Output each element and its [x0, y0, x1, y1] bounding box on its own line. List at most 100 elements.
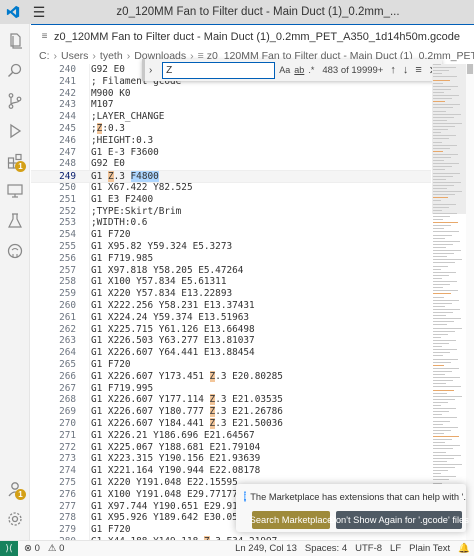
- code-line[interactable]: 249 G1 Z.3 F4800: [31, 170, 431, 183]
- minimap-line: [433, 141, 442, 143]
- search-icon[interactable]: [0, 56, 30, 86]
- testing-icon[interactable]: [0, 206, 30, 236]
- code-line[interactable]: 266 G1 X226.607 Y173.451 Z.3 E20.80285: [31, 370, 431, 384]
- code-line[interactable]: 262 G1 X225.715 Y61.126 E13.66498: [31, 324, 431, 337]
- code-line[interactable]: 267 G1 F719.995: [31, 383, 431, 396]
- explorer-icon[interactable]: [0, 26, 30, 56]
- code-text: G1 X95.926 Y189.642 E30.05: [91, 512, 238, 524]
- code-text: ;: [91, 123, 97, 134]
- minimap-line: [433, 237, 445, 239]
- source-control-icon[interactable]: [0, 86, 30, 116]
- encoding[interactable]: UTF-8: [355, 543, 382, 554]
- file-lines-icon: ≡: [41, 31, 48, 42]
- settings-gear-icon[interactable]: [0, 504, 30, 534]
- match-case-toggle[interactable]: Aa: [279, 65, 290, 75]
- search-marketplace-button[interactable]: Search Marketplace: [250, 511, 332, 529]
- line-number: 263: [59, 335, 76, 347]
- line-content: G1 F720: [91, 359, 131, 372]
- minimap-line: [433, 296, 444, 298]
- code-line[interactable]: 270 G1 X226.607 Y184.441 Z.3 E21.50036: [31, 418, 431, 431]
- code-line[interactable]: 254 G1 F720: [31, 229, 431, 242]
- end-of-line[interactable]: LF: [390, 543, 401, 554]
- minimap-line: [433, 333, 448, 335]
- line-content: G1 X67.422 Y82.525: [91, 182, 193, 195]
- cursor-position[interactable]: Ln 249, Col 13: [235, 543, 297, 554]
- code-line[interactable]: 257 G1 X97.818 Y58.205 E5.47264: [31, 265, 431, 278]
- minimap-line: [433, 169, 445, 171]
- remote-indicator-icon[interactable]: ⟩⟨: [0, 540, 18, 556]
- hamburger-menu-icon[interactable]: ☰: [26, 0, 52, 24]
- minimap-line: [433, 274, 449, 276]
- code-line[interactable]: 260 G1 X222.256 Y58.231 E13.37431: [31, 300, 431, 313]
- code-line[interactable]: 245 ;Z:0.3: [31, 123, 431, 136]
- minimap-line: [433, 380, 453, 382]
- breadcrumb-users[interactable]: Users: [61, 50, 88, 62]
- code-line[interactable]: 272 G1 X225.067 Y188.681 E21.79104: [31, 442, 431, 455]
- code-line[interactable]: 265 G1 F720: [31, 359, 431, 372]
- indentation[interactable]: Spaces: 4: [305, 543, 347, 554]
- minimap-line: [433, 349, 457, 351]
- minimap-line: [433, 73, 442, 75]
- toggle-replace-chevron-icon[interactable]: ›: [149, 65, 162, 76]
- code-line[interactable]: 263 G1 X226.503 Y63.277 E13.81037: [31, 335, 431, 348]
- code-line[interactable]: 250 G1 X67.422 Y82.525: [31, 182, 431, 195]
- minimap-line: [433, 479, 449, 481]
- notifications-bell-icon[interactable]: 🔔: [458, 543, 470, 554]
- previous-match-arrow-icon[interactable]: ↑: [390, 64, 396, 76]
- code-line[interactable]: 248 G92 E0: [31, 158, 431, 171]
- code-line[interactable]: 251 G1 E3 F2400: [31, 194, 431, 207]
- minimap-line: [433, 222, 458, 224]
- activity-bar: 1 1: [0, 24, 30, 540]
- code-line[interactable]: 244 ;LAYER_CHANGE: [31, 111, 431, 124]
- minimap-line: [433, 432, 444, 434]
- code-text: G1 X226.607 Y177.114: [91, 394, 210, 406]
- code-line[interactable]: 274 G1 X221.164 Y190.944 E22.08178: [31, 465, 431, 478]
- code-line[interactable]: 253 ;WIDTH:0.6: [31, 217, 431, 230]
- code-line[interactable]: 268 G1 X226.607 Y177.114 Z.3 E21.03535: [31, 394, 431, 407]
- line-content: G1 X95.926 Y189.642 E30.05: [91, 512, 238, 525]
- code-line[interactable]: 271 G1 X226.21 Y186.696 E21.64567: [31, 430, 431, 443]
- github-icon[interactable]: [0, 236, 30, 266]
- code-line[interactable]: 258 G1 X100 Y57.834 E5.61311: [31, 276, 431, 289]
- code-line[interactable]: 242 M900 K0: [31, 88, 431, 101]
- minimap-line: [433, 197, 448, 199]
- breadcrumb-drive[interactable]: C:: [39, 50, 50, 62]
- find-widget: › Z Aa ab .* 483 of 19999+ ↑ ↓ ≡ ✕: [142, 59, 442, 81]
- minimap-line: [433, 194, 455, 196]
- code-line[interactable]: 273 G1 X223.315 Y190.156 E21.93639: [31, 453, 431, 466]
- code-line[interactable]: 259 G1 X220 Y57.834 E13.22893: [31, 288, 431, 301]
- breadcrumb-user[interactable]: tyeth: [100, 50, 123, 62]
- minimap-line: [433, 259, 462, 261]
- code-line[interactable]: 261 G1 X224.24 Y59.374 E13.51963: [31, 312, 431, 325]
- account-icon[interactable]: 1: [0, 474, 30, 504]
- code-line[interactable]: 252 ;TYPE:Skirt/Brim: [31, 206, 431, 219]
- code-line[interactable]: 255 G1 X95.82 Y59.324 E5.3273: [31, 241, 431, 254]
- code-line[interactable]: 247 G1 E-3 F3600: [31, 147, 431, 160]
- run-debug-icon[interactable]: [0, 116, 30, 146]
- use-regex-toggle[interactable]: .*: [308, 65, 314, 75]
- code-editor[interactable]: 240 G92 E0 241; Filament gcode 242 M900 K0 24…: [31, 64, 474, 540]
- dont-show-again-button[interactable]: Don't Show Again for '.gcode' files: [329, 511, 469, 529]
- tab-gcode-file[interactable]: ≡ z0_120MM Fan to Filter duct - Main Duc…: [31, 24, 474, 48]
- line-content: ;Z:0.3: [91, 123, 125, 136]
- code-line[interactable]: 246 ;HEIGHT:0.3: [31, 135, 431, 148]
- code-line[interactable]: 256 G1 F719.985: [31, 253, 431, 266]
- minimap-line: [433, 215, 450, 217]
- next-match-arrow-icon[interactable]: ↓: [403, 64, 409, 76]
- warnings-indicator[interactable]: ⚠ 0: [48, 543, 64, 554]
- code-line[interactable]: 269 G1 X226.607 Y180.777 Z.3 E21.26786: [31, 406, 431, 419]
- errors-indicator[interactable]: ⊗ 0: [24, 543, 40, 554]
- scrollbar-thumb[interactable]: [467, 64, 473, 74]
- find-input[interactable]: Z: [162, 61, 276, 79]
- extensions-icon[interactable]: 1: [0, 146, 30, 176]
- match-whole-word-toggle[interactable]: ab: [294, 65, 304, 75]
- find-in-selection-icon[interactable]: ≡: [415, 64, 421, 76]
- code-line[interactable]: 264 G1 X226.607 Y64.441 E13.88454: [31, 347, 431, 360]
- language-mode[interactable]: Plain Text: [409, 543, 450, 554]
- remote-explorer-icon[interactable]: [0, 176, 30, 206]
- code-line[interactable]: 243 M107: [31, 99, 431, 112]
- vertical-scrollbar[interactable]: [466, 64, 474, 540]
- line-content: G1 F719.985: [91, 253, 153, 266]
- minimap-line: [433, 256, 447, 258]
- minimap[interactable]: [432, 64, 466, 540]
